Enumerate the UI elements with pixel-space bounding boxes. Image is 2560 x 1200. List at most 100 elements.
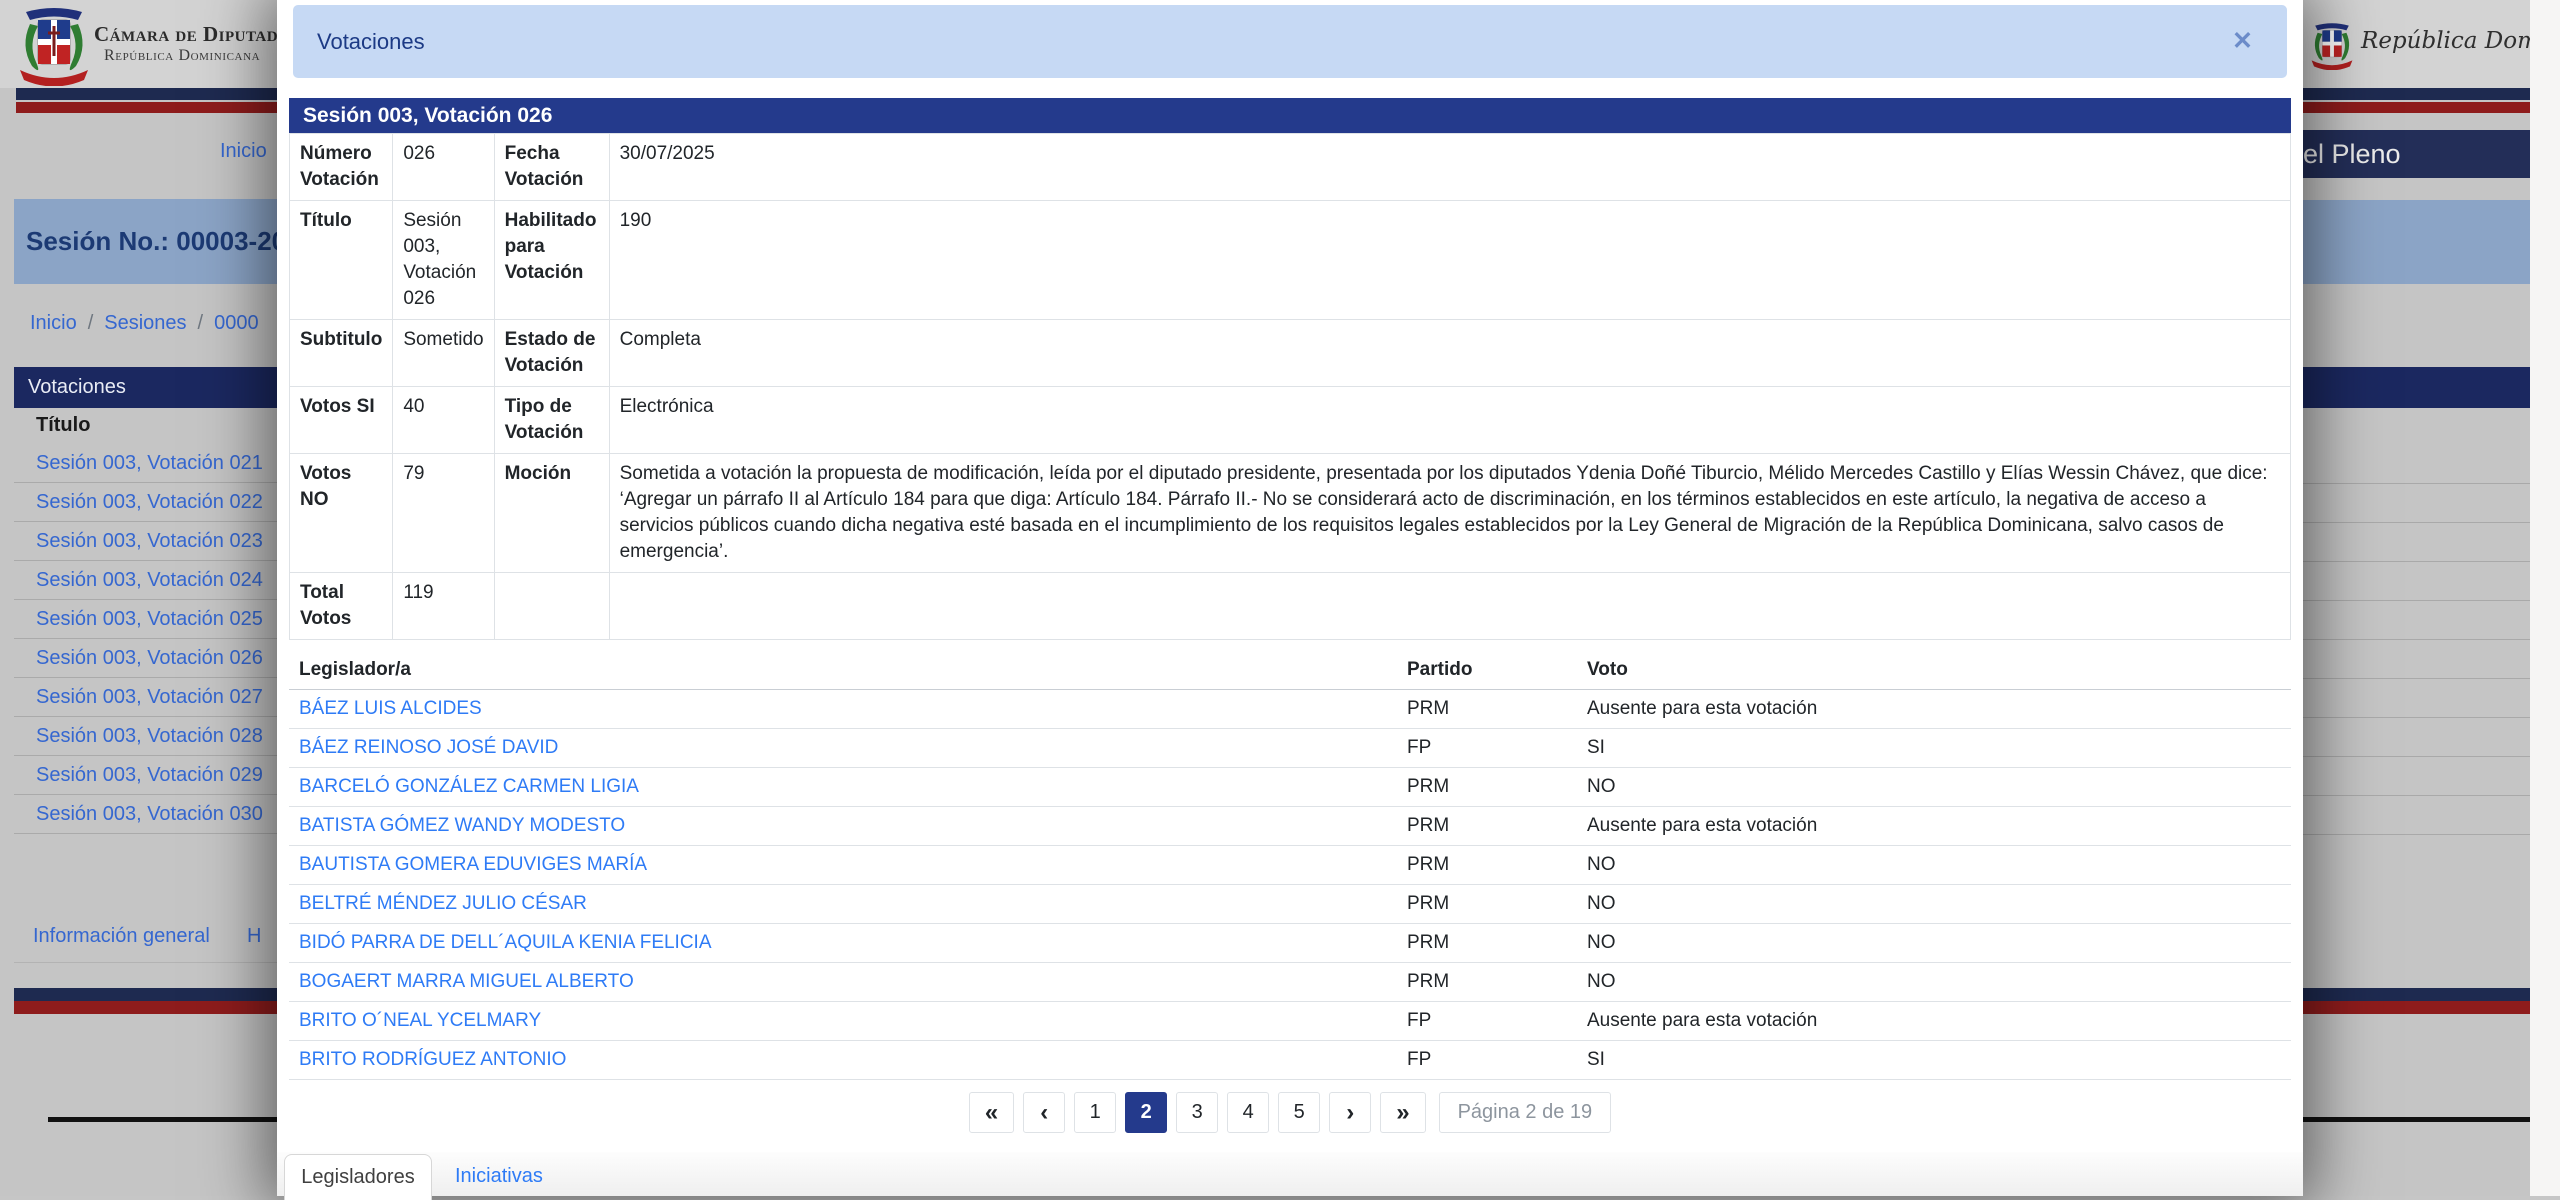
sidebar-item-votacion-024[interactable]: Sesión 003, Votación 024	[14, 561, 277, 600]
detail-value: 40	[393, 387, 494, 454]
vote-value: NO	[1587, 971, 2291, 993]
legislator-link[interactable]: BIDÓ PARRA DE DELL´AQUILA KENIA FELICIA	[299, 932, 1407, 954]
party-value: PRM	[1407, 971, 1587, 993]
party-value: PRM	[1407, 854, 1587, 876]
decor-stripe-navy-right	[2303, 88, 2530, 100]
votacion-detail-table: Número Votación 026 Fecha Votación 30/07…	[289, 133, 2291, 640]
sidebar-item-votacion-021[interactable]: Sesión 003, Votación 021	[14, 444, 277, 483]
table-row: BRITO O´NEAL YCELMARY FP Ausente para es…	[289, 1002, 2291, 1041]
sidebar-item-label[interactable]: Sesión 003, Votación 030	[36, 803, 263, 826]
pleno-title-text: el Pleno	[2303, 139, 2401, 170]
footer-divider	[14, 962, 277, 963]
session-banner: Sesión No.: 00003-2025	[14, 199, 277, 284]
votacion-detail-header: Sesión 003, Votación 026	[289, 98, 2291, 133]
tab-legisladores[interactable]: Legisladores	[284, 1154, 432, 1200]
legislator-link[interactable]: BOGAERT MARRA MIGUEL ALBERTO	[299, 971, 1407, 993]
table-row: BIDÓ PARRA DE DELL´AQUILA KENIA FELICIA …	[289, 924, 2291, 963]
detail-value: 119	[393, 573, 494, 640]
legislators-table: Legislador/a Partido Voto BÁEZ LUIS ALCI…	[289, 655, 2291, 1080]
sidebar-item-label[interactable]: Sesión 003, Votación 023	[36, 530, 263, 553]
decor-stripe-red-right	[2303, 102, 2530, 113]
legislator-link[interactable]: BRITO RODRÍGUEZ ANTONIO	[299, 1049, 1407, 1071]
column-header-partido: Partido	[1407, 659, 1587, 681]
pagination: « ‹ 1 2 3 4 5 › » Página 2 de 19	[277, 1092, 2303, 1133]
pleno-title-bar: el Pleno	[2303, 130, 2530, 178]
legislator-link[interactable]: BAUTISTA GOMERA EDUVIGES MARÍA	[299, 854, 1407, 876]
legislator-link[interactable]: BRITO O´NEAL YCELMARY	[299, 1010, 1407, 1032]
coat-of-arms-icon	[16, 6, 92, 86]
sidebar-item-votacion-027[interactable]: Sesión 003, Votación 027	[14, 678, 277, 717]
pagination-next-button[interactable]: ›	[1329, 1092, 1371, 1133]
footer-stripe-red	[14, 1001, 277, 1014]
sidebar-item-label[interactable]: Sesión 003, Votación 028	[36, 725, 263, 748]
sidebar-item-label[interactable]: Sesión 003, Votación 027	[36, 686, 263, 709]
legislator-link[interactable]: BÁEZ REINOSO JOSÉ DAVID	[299, 737, 1407, 759]
pagination-page-5[interactable]: 5	[1278, 1092, 1320, 1133]
table-row: BÁEZ REINOSO JOSÉ DAVID FP SI	[289, 729, 2291, 768]
nav-link-inicio[interactable]: Inicio	[220, 140, 267, 162]
sidebar-item-label[interactable]: Sesión 003, Votación 025	[36, 608, 263, 631]
breadcrumb-session-id[interactable]: 0000	[214, 312, 259, 335]
detail-value: 30/07/2025	[609, 134, 2290, 201]
pagination-prev-button[interactable]: ‹	[1023, 1092, 1065, 1133]
detail-label: Fecha Votación	[494, 134, 609, 201]
sidebar-item-label[interactable]: Sesión 003, Votación 021	[36, 452, 263, 475]
table-row: Subtitulo Sometido Estado de Votación Co…	[290, 320, 2291, 387]
sidebar-item-label[interactable]: Sesión 003, Votación 029	[36, 764, 263, 787]
detail-value: 190	[609, 201, 2290, 320]
pagination-page-2-active[interactable]: 2	[1125, 1092, 1167, 1133]
pagination-last-button[interactable]: »	[1380, 1092, 1425, 1133]
detail-label: Número Votación	[290, 134, 393, 201]
detail-label: Estado de Votación	[494, 320, 609, 387]
footer-link-h[interactable]: H	[247, 925, 261, 948]
legislator-link[interactable]: BATISTA GÓMEZ WANDY MODESTO	[299, 815, 1407, 837]
detail-value: Sometido	[393, 320, 494, 387]
table-row: Número Votación 026 Fecha Votación 30/07…	[290, 134, 2291, 201]
pagination-first-button[interactable]: «	[969, 1092, 1014, 1133]
detail-label: Tipo de Votación	[494, 387, 609, 454]
session-banner-text: Sesión No.: 00003-2025	[14, 226, 277, 257]
table-row: Votos NO 79 Moción Sometida a votación l…	[290, 454, 2291, 573]
party-value: FP	[1407, 1010, 1587, 1032]
footer-black-line-right	[2303, 1117, 2530, 1122]
breadcrumb-sesiones[interactable]: Sesiones	[104, 312, 186, 335]
table-row-line	[2303, 600, 2530, 601]
pagination-page-4[interactable]: 4	[1227, 1092, 1269, 1133]
legislator-link[interactable]: BÁEZ LUIS ALCIDES	[299, 698, 1407, 720]
coat-of-arms-small-icon	[2309, 22, 2355, 70]
backdrop-right: República Dominicana el Pleno	[2303, 0, 2530, 1196]
vote-value: NO	[1587, 854, 2291, 876]
detail-value: 79	[393, 454, 494, 573]
sidebar-item-votacion-030[interactable]: Sesión 003, Votación 030	[14, 795, 277, 834]
vote-value: Ausente para esta votación	[1587, 698, 2291, 720]
sidebar-item-votacion-023[interactable]: Sesión 003, Votación 023	[14, 522, 277, 561]
detail-value	[609, 573, 2290, 640]
sidebar-item-label[interactable]: Sesión 003, Votación 024	[36, 569, 263, 592]
table-row: BAUTISTA GOMERA EDUVIGES MARÍA PRM NO	[289, 846, 2291, 885]
legislator-link[interactable]: BELTRÉ MÉNDEZ JULIO CÉSAR	[299, 893, 1407, 915]
vote-value: SI	[1587, 737, 2291, 759]
sidebar-item-votacion-025[interactable]: Sesión 003, Votación 025	[14, 600, 277, 639]
party-value: PRM	[1407, 932, 1587, 954]
brand-title: Cámara de Diputados	[94, 22, 277, 47]
decor-stripe-red	[16, 102, 277, 113]
pagination-page-3[interactable]: 3	[1176, 1092, 1218, 1133]
backdrop-left: Cámara de Diputados República Dominicana…	[0, 0, 277, 1196]
tab-iniciativas[interactable]: Iniciativas	[455, 1165, 543, 1188]
page-right-margin	[2530, 0, 2560, 1196]
legislator-link[interactable]: BARCELÓ GONZÁLEZ CARMEN LIGIA	[299, 776, 1407, 798]
detail-value: Sesión 003, Votación 026	[393, 201, 494, 320]
pagination-page-1[interactable]: 1	[1074, 1092, 1116, 1133]
breadcrumb-inicio[interactable]: Inicio	[30, 312, 77, 335]
sidebar-item-votacion-026[interactable]: Sesión 003, Votación 026	[14, 639, 277, 678]
sidebar-item-votacion-022[interactable]: Sesión 003, Votación 022	[14, 483, 277, 522]
column-header-legislador: Legislador/a	[299, 659, 1407, 681]
footer-link-informacion-general[interactable]: Información general	[33, 925, 210, 948]
sidebar-item-votacion-028[interactable]: Sesión 003, Votación 028	[14, 717, 277, 756]
sidebar-item-label[interactable]: Sesión 003, Votación 022	[36, 491, 263, 514]
sidebar-item-label[interactable]: Sesión 003, Votación 026	[36, 647, 263, 670]
sidebar-item-votacion-029[interactable]: Sesión 003, Votación 029	[14, 756, 277, 795]
table-row-line	[2303, 483, 2530, 484]
table-row-line	[2303, 678, 2530, 679]
close-icon[interactable]: ✕	[2232, 29, 2253, 54]
